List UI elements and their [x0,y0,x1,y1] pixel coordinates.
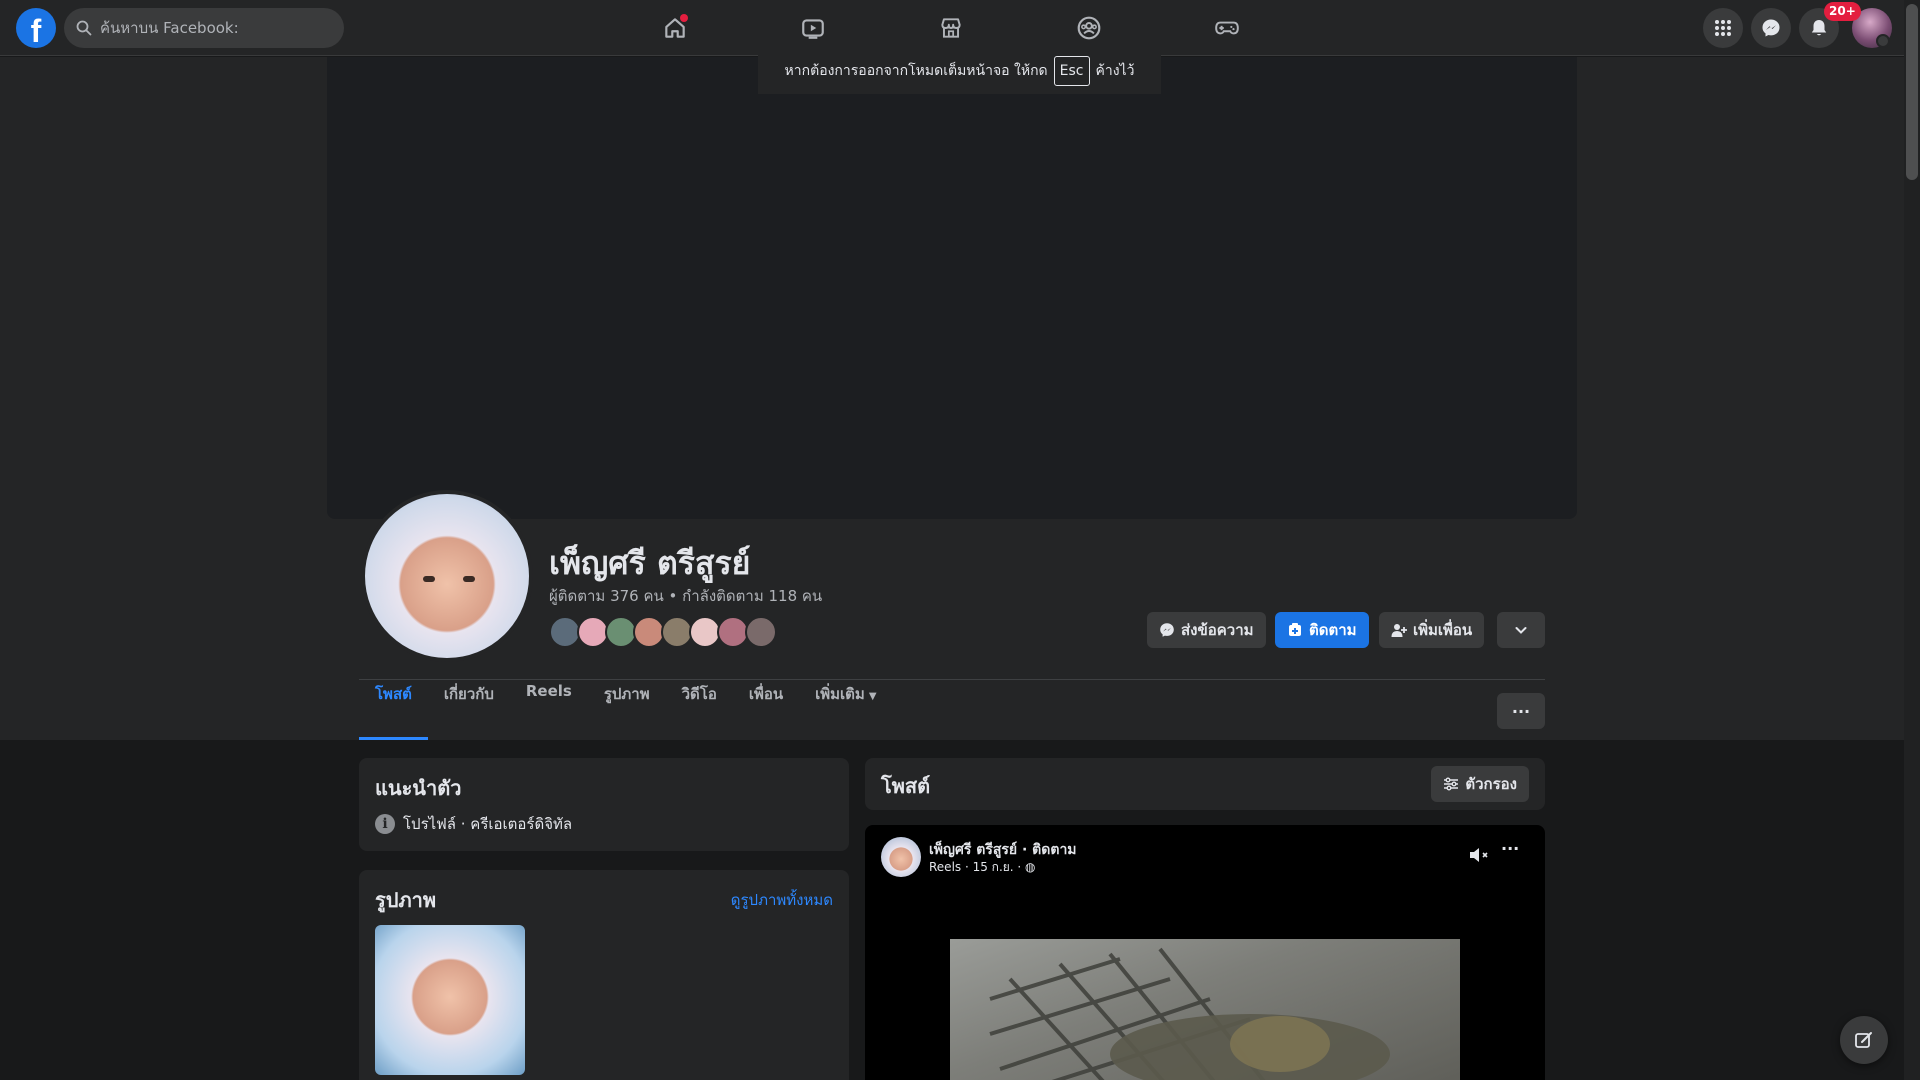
groups-icon [1077,16,1101,40]
follow-button-label: ติดตาม [1309,621,1357,639]
messenger-icon [1762,19,1780,37]
photos-card: รูปภาพ ดูรูปภาพทั้งหมด [359,870,849,1080]
search-icon [76,20,92,36]
watch-nav-button[interactable] [795,10,831,46]
post-meta-text: Reels · 15 ก.ย. · [929,860,1026,874]
compose-icon [1855,1032,1872,1048]
post-meta: Reels · 15 ก.ย. · ◍ [929,858,1036,877]
more-actions-dropdown-button[interactable] [1497,612,1545,648]
follow-button[interactable]: ติดตาม [1275,612,1369,648]
new-message-button[interactable] [1840,1016,1888,1064]
messenger-button[interactable] [1751,8,1791,48]
see-all-photos-link[interactable]: ดูรูปภาพทั้งหมด [731,888,833,912]
add-friend-button[interactable]: เพิ่มเพื่อน [1379,612,1485,648]
groups-nav-button[interactable] [1071,10,1107,46]
bell-icon [1811,20,1827,36]
fullscreen-exit-toast: หากต้องการออกจากโหมดเต็มหน้าจอ ให้กด Esc… [758,48,1161,94]
caret-down-icon: ▼ [868,691,877,702]
profile-name: เพ็ญศรี ตรีสูรย์ [549,544,751,582]
marketplace-icon [941,18,961,38]
profile-picture-detail [423,576,435,582]
post-author-avatar[interactable] [881,837,921,877]
add-friend-button-label: เพิ่มเพื่อน [1413,621,1473,639]
tab-videos[interactable]: วิดีโอ [666,682,733,740]
header-divider [359,679,1545,680]
posts-title: โพสต์ [881,774,931,798]
profile-picture-detail [463,576,475,582]
notification-count-badge: 20+ [1824,2,1861,21]
gaming-icon [1215,21,1239,35]
search-box[interactable] [64,8,344,48]
intro-title: แนะนำตัว [375,776,462,800]
tab-reels[interactable]: Reels [510,682,588,740]
tab-about[interactable]: เกี่ยวกับ [428,682,510,740]
menu-grid-icon [1715,20,1731,36]
filter-icon [1444,777,1459,791]
filter-button[interactable]: ตัวกรอง [1431,766,1529,802]
globe-icon: ◍ [1025,860,1036,874]
tab-more[interactable]: เพิ่มเติม ▼ [799,682,892,740]
toast-suffix-text: ค้างไว้ [1095,63,1135,79]
facebook-logo[interactable]: f [16,8,56,48]
info-icon: i [375,814,395,834]
search-input[interactable] [100,19,340,37]
profile-tabs: โพสต์ เกี่ยวกับ Reels รูปภาพ วิดีโอ เพื่… [359,682,893,740]
muted-speaker-icon[interactable] [1467,843,1491,867]
page-scrollbar-thumb[interactable] [1906,4,1918,180]
message-button[interactable]: ส่งข้อความ [1147,612,1266,648]
marketplace-nav-button[interactable] [933,10,969,46]
messenger-icon [1160,623,1174,637]
photo-thumbnail[interactable] [375,925,525,1075]
friend-avatar[interactable] [745,616,777,648]
post-more-options-button[interactable]: ··· [1501,839,1519,858]
more-dots-icon: ··· [1511,701,1531,721]
intro-profile-text: โปรไฟล์ · ครีเอเตอร์ดิจิทัล [403,815,573,833]
photos-title: รูปภาพ [375,888,437,912]
account-chevron-icon[interactable] [1876,34,1890,48]
tab-posts[interactable]: โพสต์ [359,682,428,740]
watch-icon [802,19,824,39]
esc-key-label: Esc [1053,56,1090,86]
friend-avatars-row[interactable] [549,616,777,648]
add-friend-icon [1391,624,1407,637]
post-video[interactable] [950,939,1460,1080]
tab-overflow-menu-button[interactable]: ··· [1497,693,1545,729]
toast-prefix-text: หากต้องการออกจากโหมดเต็มหน้าจอ ให้กด [784,63,1048,79]
video-frame-illustration [989,947,1390,1080]
gaming-nav-button[interactable] [1209,10,1245,46]
post-card: เพ็ญศรี ตรีสูรย์ · ติดตาม Reels · 15 ก.ย… [865,825,1545,1080]
tab-photos[interactable]: รูปภาพ [588,682,666,740]
intro-profile-row: i โปรไฟล์ · ครีเอเตอร์ดิจิทัล [375,812,572,836]
tab-more-label: เพิ่มเติม [815,685,865,703]
followers-count[interactable]: ผู้ติดตาม 376 คน • กำลังติดตาม 118 คน [549,584,822,608]
follow-icon [1289,623,1301,636]
tab-friends[interactable]: เพื่อน [733,682,799,740]
home-notification-dot [680,14,688,22]
menu-button[interactable] [1703,8,1743,48]
posts-header-card: โพสต์ ตัวกรอง [865,758,1545,810]
filter-button-label: ตัวกรอง [1465,775,1517,793]
home-nav-button[interactable] [657,10,693,46]
intro-card: แนะนำตัว i โปรไฟล์ · ครีเอเตอร์ดิจิทัล [359,758,849,851]
cover-photo-area[interactable] [327,57,1577,519]
chevron-down-icon [1515,627,1527,634]
profile-picture[interactable] [361,490,533,662]
message-button-label: ส่งข้อความ [1181,621,1254,639]
